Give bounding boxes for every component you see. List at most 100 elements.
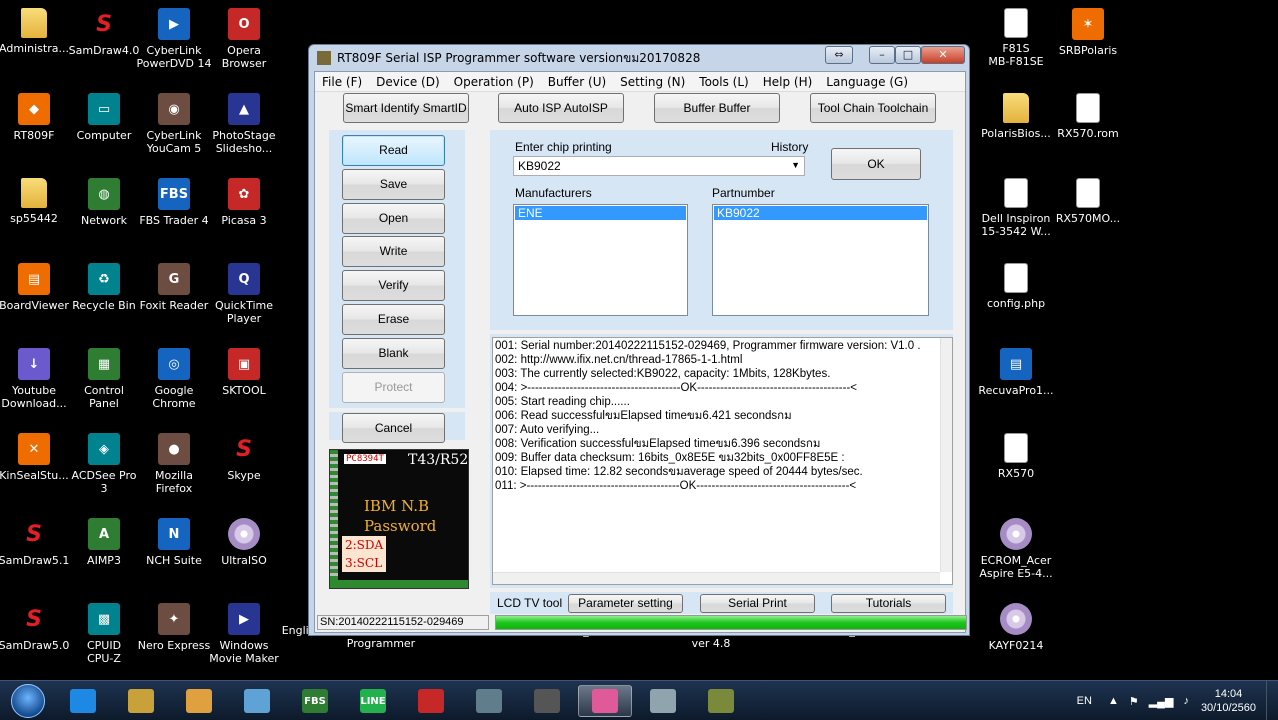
desktop-icon[interactable]: UltraISO (208, 518, 280, 567)
desktop-icon[interactable]: Q QuickTime Player (208, 263, 280, 325)
blank-button[interactable]: Blank (342, 337, 445, 369)
open-button[interactable]: Open (342, 202, 445, 234)
desktop-icon[interactable]: ECROM_Acer Aspire E5-4... (979, 518, 1053, 580)
desktop-icon[interactable]: sp55442 (0, 178, 70, 225)
swap-icon[interactable]: ⇔ (825, 46, 853, 64)
taskbar-notepad-button[interactable] (230, 685, 284, 717)
desktop-icon[interactable]: ▭ Computer (68, 93, 140, 142)
minimize-button[interactable]: – (869, 46, 895, 64)
close-button[interactable]: ✕ (921, 46, 965, 64)
erase-button[interactable]: Erase (342, 304, 445, 335)
log-horizontal-scrollbar[interactable] (493, 572, 940, 584)
smart-identify-button[interactable]: Smart Identify SmartID (343, 93, 469, 123)
desktop-icon[interactable]: F81S MB-F81SE (980, 8, 1052, 68)
desktop-icon[interactable]: ◉ CyberLink YouCam 5 (138, 93, 210, 155)
desktop-icon[interactable]: ◍ Network (68, 178, 140, 227)
desktop-icon[interactable]: ✶ SRBPolaris (1052, 8, 1124, 57)
start-button[interactable] (4, 681, 52, 720)
maximize-button[interactable]: □ (895, 46, 921, 64)
verify-button[interactable]: Verify (342, 270, 445, 302)
desktop-icon[interactable]: config.php (980, 263, 1052, 310)
desktop-icon[interactable]: ♻ Recycle Bin (68, 263, 140, 312)
log-vertical-scrollbar[interactable] (940, 338, 952, 572)
desktop-icon[interactable]: ◆ RT809F (0, 93, 70, 142)
save-button[interactable]: Save (342, 168, 445, 200)
taskbar-calc-button[interactable] (636, 685, 690, 717)
desktop-icon[interactable]: ◈ ACDSee Pro 3 (68, 433, 140, 495)
menu-item[interactable]: File (F) (322, 75, 362, 89)
tutorials-button[interactable]: Tutorials (831, 594, 946, 613)
read-button[interactable]: Read (342, 135, 445, 166)
desktop-icon[interactable]: A AIMP3 (68, 518, 140, 567)
desktop-icon[interactable]: ▦ Control Panel (68, 348, 140, 410)
desktop-icon[interactable]: ▶ CyberLink PowerDVD 14 (136, 8, 212, 70)
write-button[interactable]: Write (342, 236, 445, 268)
desktop-icon[interactable]: N NCH Suite (138, 518, 210, 567)
desktop-icon[interactable]: FBS FBS Trader 4 (138, 178, 210, 227)
network-icon[interactable]: ▂▄▆ (1149, 695, 1174, 708)
desktop-icon[interactable]: Administra... (0, 8, 70, 55)
partnumber-list[interactable]: KB9022 (712, 204, 929, 316)
tray-expand-icon[interactable]: ▲ (1108, 695, 1119, 707)
desktop-icon[interactable]: G Foxit Reader (138, 263, 210, 312)
desktop-icon[interactable]: S SamDraw5.0 (0, 603, 70, 653)
taskbar-line-button[interactable]: LINE (346, 685, 400, 717)
desktop-icon[interactable]: PolarisBios... (980, 93, 1052, 140)
taskbar-tool1-button[interactable] (404, 685, 458, 717)
desktop-icon[interactable]: RX570MO... (1052, 178, 1124, 225)
desktop-icon[interactable]: ◎ Google Chrome (138, 348, 210, 410)
taskbar-rt809-button[interactable] (694, 685, 748, 717)
manufacturers-list[interactable]: ENE (513, 204, 688, 316)
desktop-icon[interactable]: S SamDraw4.0 (68, 8, 140, 58)
desktop-icon[interactable]: KAYF0214 (980, 603, 1052, 652)
chip-input[interactable]: KB9022 ▼ (513, 156, 805, 176)
buffer-button[interactable]: Buffer Buffer (654, 93, 780, 123)
desktop-icon[interactable]: RX570.rom (1052, 93, 1124, 140)
chevron-down-icon[interactable]: ▼ (791, 160, 800, 170)
taskbar-media-button[interactable] (172, 685, 226, 717)
desktop-icon[interactable]: RX570 (980, 433, 1052, 480)
menu-item[interactable]: Buffer (U) (548, 75, 606, 89)
parameter-setting-button[interactable]: Parameter setting (568, 594, 683, 613)
menu-item[interactable]: Device (D) (376, 75, 439, 89)
desktop-icon[interactable]: ▣ SKTOOL (208, 348, 280, 397)
menu-item[interactable]: Help (H) (763, 75, 813, 89)
desktop-icon[interactable]: ● Mozilla Firefox (138, 433, 210, 495)
desktop-icon[interactable]: ▩ CPUID CPU-Z (68, 603, 140, 665)
auto-isp-button[interactable]: Auto ISP AutoISP (498, 93, 624, 123)
menu-item[interactable]: Tools (L) (699, 75, 748, 89)
taskbar-explorer-button[interactable] (114, 685, 168, 717)
taskbar-fbs-button[interactable]: FBS (288, 685, 342, 717)
protect-button[interactable]: Protect (342, 371, 445, 403)
menu-item[interactable]: Operation (P) (454, 75, 534, 89)
ok-button[interactable]: OK (831, 148, 921, 180)
desktop-icon[interactable]: ✕ KinSealStu... (0, 433, 70, 482)
toolchain-button[interactable]: Tool Chain Toolchain (810, 93, 936, 123)
desktop-icon[interactable]: ▤ RecuvaPro1... (978, 348, 1054, 397)
desktop-icon[interactable]: ✦ Nero Express (138, 603, 210, 652)
volume-icon[interactable]: ♪ (1183, 695, 1189, 707)
desktop-icon[interactable]: ▤ BoardViewer (0, 263, 70, 312)
taskbar-ie-button[interactable] (56, 685, 110, 717)
desktop-icon[interactable]: S SamDraw5.1 (0, 518, 70, 568)
language-indicator[interactable]: EN (1077, 695, 1092, 707)
clock[interactable]: 14:04 30/10/2560 (1201, 687, 1256, 715)
desktop-icon[interactable]: S Skype (208, 433, 280, 483)
list-item[interactable]: ENE (515, 206, 686, 220)
taskbar-chrome-button[interactable] (578, 685, 632, 717)
show-desktop-button[interactable] (1266, 681, 1278, 720)
taskbar-camera-button[interactable] (462, 685, 516, 717)
menu-item[interactable]: Setting (N) (620, 75, 685, 89)
desktop-icon[interactable]: Dell Inspiron 15-3542 W... (980, 178, 1052, 238)
desktop-icon[interactable]: ✿ Picasa 3 (208, 178, 280, 227)
list-item[interactable]: KB9022 (714, 206, 927, 220)
menu-item[interactable]: Language (G) (826, 75, 908, 89)
desktop-icon[interactable]: O Opera Browser (208, 8, 280, 70)
cancel-button[interactable]: Cancel (342, 413, 445, 443)
serial-print-button[interactable]: Serial Print (700, 594, 815, 613)
desktop-icon[interactable]: ▲ PhotoStage Slidesho... (208, 93, 280, 155)
desktop-icon[interactable]: ↓ Youtube Download... (0, 348, 70, 410)
taskbar-chip-button[interactable] (520, 685, 574, 717)
log-output[interactable]: 001: Serial number:20140222115152-029469… (492, 337, 953, 585)
flag-icon[interactable]: ⚑ (1129, 695, 1139, 708)
